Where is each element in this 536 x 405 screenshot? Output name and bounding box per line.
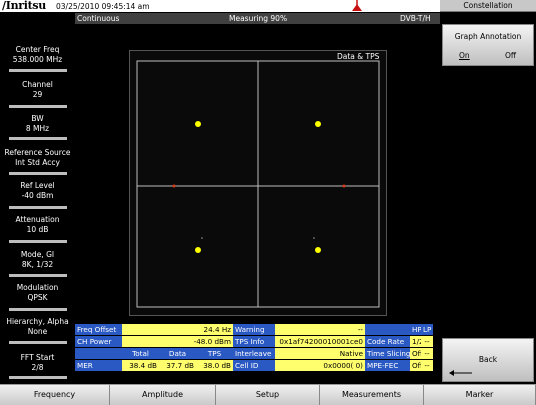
tps-point: [313, 237, 315, 239]
modulation-label: Modulation: [16, 283, 59, 292]
data-point: [195, 247, 201, 253]
header-bar: /Inritsu 03/25/2010 09:45:14 am: [0, 0, 440, 12]
reference-source-label: Reference Source: [4, 148, 71, 157]
menu-marker[interactable]: Marker: [424, 385, 536, 405]
mode-gi-value: 8K, 1/32: [21, 260, 54, 269]
cell-id-value: 0x0000( 0): [275, 360, 365, 371]
measuring-status: Measuring 90%: [229, 14, 288, 23]
mer-data-value: 37.7 dB: [159, 360, 196, 371]
constellation-plot: [129, 50, 387, 316]
external-reference-icon: [352, 0, 362, 11]
tps-point: [342, 184, 346, 188]
divider: [9, 376, 67, 379]
attenuation-value: 10 dB: [26, 225, 49, 234]
mer-label: MER: [75, 360, 122, 371]
parameter-panel: Center Freq 538.000 MHz Channel 29 BW 8 …: [0, 13, 75, 384]
data-point: [195, 121, 201, 127]
graph-annotation-on: On: [459, 51, 470, 60]
back-button[interactable]: Back: [442, 338, 534, 382]
sweep-mode-status: Continuous: [77, 14, 120, 23]
graph-annotation-label: Graph Annotation: [454, 32, 522, 41]
hierarchy-alpha-label: Hierarchy, Alpha: [6, 317, 69, 326]
reference-source-value: Int Std Accy: [15, 158, 60, 167]
table-spacer: [75, 348, 122, 359]
softkey-panel: Constellation Graph Annotation On Off Ba…: [440, 0, 536, 384]
bw-value: 8 MHz: [25, 124, 50, 133]
datetime-display: 03/25/2010 09:45:14 am: [56, 2, 150, 11]
fft-start-label: FFT Start: [20, 353, 55, 362]
hp-header: HP: [410, 324, 421, 335]
center-freq-value: 538.000 MHz: [12, 55, 63, 64]
ch-power-value: -48.0 dBm: [122, 336, 233, 347]
bw-label: BW: [31, 114, 44, 123]
cell-id-label: Cell ID: [233, 360, 275, 371]
data-header: Data: [159, 348, 196, 359]
menu-title: Constellation: [440, 0, 536, 12]
center-freq-label: Center Freq: [15, 45, 60, 54]
interleave-value: Native: [275, 348, 365, 359]
mer-total-value: 38.4 dB: [122, 360, 159, 371]
mer-tps-value: 38.0 dB: [196, 360, 233, 371]
data-point: [315, 247, 321, 253]
main-menu-bar: Frequency Amplitude Setup Measurements M…: [0, 384, 536, 405]
divider: [9, 274, 67, 277]
mpe-fec-label: MPE-FEC: [365, 360, 410, 371]
tps-point: [172, 184, 176, 188]
anritsu-logo: /Inritsu: [2, 0, 47, 12]
divider: [9, 69, 67, 72]
data-point: [315, 121, 321, 127]
mpe-fec-lp: --: [421, 360, 433, 371]
ref-level-label: Ref Level: [20, 181, 55, 190]
measurement-table: Freq Offset 24.4 Hz Warning -- HP LP CH …: [75, 324, 440, 383]
tps-header: TPS: [196, 348, 233, 359]
time-slicing-lp: --: [421, 348, 433, 359]
menu-setup[interactable]: Setup: [216, 385, 320, 405]
ref-level-value: -40 dBm: [21, 191, 54, 200]
plot-annotation: Data & TPS: [337, 52, 380, 61]
freq-offset-label: Freq Offset: [75, 324, 122, 335]
mode-gi-label: Mode, GI: [20, 250, 55, 259]
constellation-canvas: [136, 60, 380, 308]
menu-frequency[interactable]: Frequency: [0, 385, 110, 405]
tps-info-value: 0x1af74200010001ce0: [275, 336, 365, 347]
menu-amplitude[interactable]: Amplitude: [110, 385, 216, 405]
back-arrow-icon: [449, 370, 472, 376]
divider: [9, 137, 67, 140]
menu-measurements[interactable]: Measurements: [320, 385, 424, 405]
divider: [9, 240, 67, 243]
divider: [9, 105, 67, 108]
code-rate-label: Code Rate: [365, 336, 410, 347]
ch-power-label: CH Power: [75, 336, 122, 347]
fft-start-value: 2/8: [31, 363, 44, 372]
channel-label: Channel: [22, 80, 53, 89]
back-label: Back: [478, 355, 498, 364]
interleave-label: Interleave: [233, 348, 275, 359]
time-slicing-label: Time Slicing: [365, 348, 410, 359]
status-row: Continuous Measuring 90% DVB-T/H: [75, 13, 440, 24]
divider: [9, 308, 67, 311]
warning-label: Warning: [233, 324, 275, 335]
standard-status: DVB-T/H: [400, 14, 431, 23]
code-rate-hp: 1/2: [410, 336, 421, 347]
hierarchy-alpha-value: None: [27, 327, 48, 336]
total-header: Total: [122, 348, 159, 359]
table-spacer: [365, 324, 410, 335]
divider: [9, 341, 67, 344]
tps-point: [201, 237, 203, 239]
divider: [9, 206, 67, 209]
attenuation-label: Attenuation: [15, 215, 60, 224]
modulation-value: QPSK: [27, 293, 48, 302]
graph-annotation-toggle[interactable]: Graph Annotation On Off: [442, 24, 534, 66]
lp-header: LP: [421, 324, 433, 335]
freq-offset-value: 24.4 Hz: [122, 324, 233, 335]
time-slicing-hp: Off: [410, 348, 421, 359]
tps-info-label: TPS Info: [233, 336, 275, 347]
mpe-fec-hp: Off: [410, 360, 421, 371]
warning-value: --: [275, 324, 365, 335]
channel-value: 29: [32, 90, 43, 99]
divider: [9, 172, 67, 175]
graph-annotation-off: Off: [505, 51, 517, 60]
code-rate-lp: --: [421, 336, 433, 347]
